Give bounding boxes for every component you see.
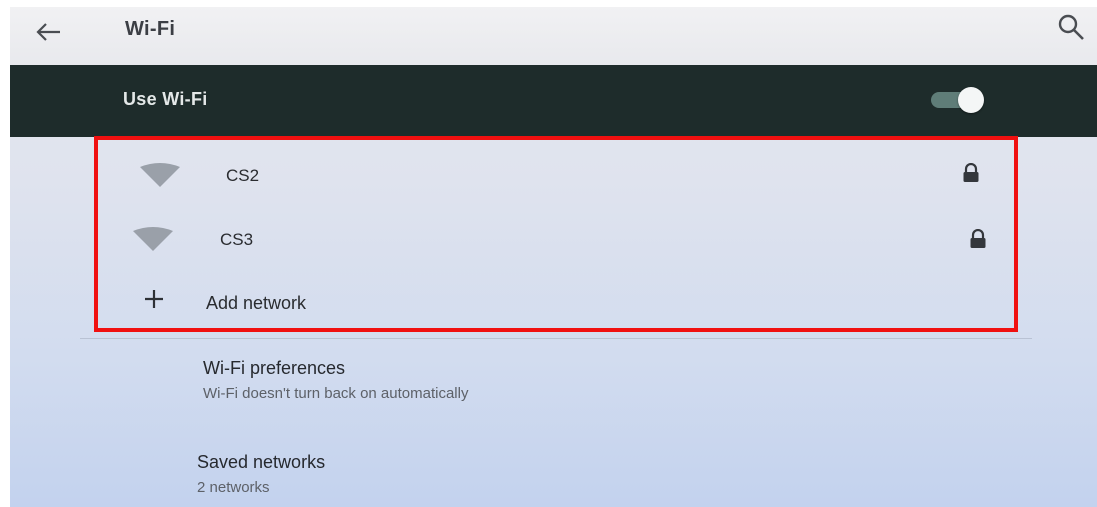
wifi-signal-icon <box>140 163 180 187</box>
page-title: Wi-Fi <box>125 18 176 40</box>
divider <box>80 338 1032 339</box>
wifi-settings-screen: Wi-Fi Use Wi-Fi CS2 CS3 Add network Wi-F… <box>10 7 1097 507</box>
lock-icon <box>970 229 986 248</box>
saved-networks-subtitle: 2 networks <box>197 479 270 496</box>
lock-icon <box>963 163 979 182</box>
wifi-toggle-switch[interactable] <box>927 87 991 113</box>
add-network-row[interactable]: Add network <box>100 271 1020 333</box>
use-wifi-row[interactable]: Use Wi-Fi <box>10 65 1097 137</box>
toggle-thumb <box>958 87 984 113</box>
wifi-signal-icon <box>133 227 173 251</box>
network-name: CS2 <box>226 166 260 185</box>
network-row-cs2[interactable]: CS2 <box>100 143 1020 205</box>
wifi-preferences-subtitle: Wi-Fi doesn't turn back on automatically <box>203 385 469 402</box>
use-wifi-label: Use Wi-Fi <box>123 89 208 109</box>
search-icon[interactable] <box>1056 13 1088 43</box>
network-row-cs3[interactable]: CS3 <box>100 207 1020 269</box>
plus-icon <box>145 290 163 308</box>
network-name: CS3 <box>220 230 254 249</box>
saved-networks-title: Saved networks <box>197 452 326 472</box>
arrow-left-icon[interactable] <box>34 17 64 47</box>
app-bar: Wi-Fi <box>10 7 1097 65</box>
wifi-preferences-title: Wi-Fi preferences <box>203 358 346 378</box>
add-network-label: Add network <box>206 293 307 313</box>
